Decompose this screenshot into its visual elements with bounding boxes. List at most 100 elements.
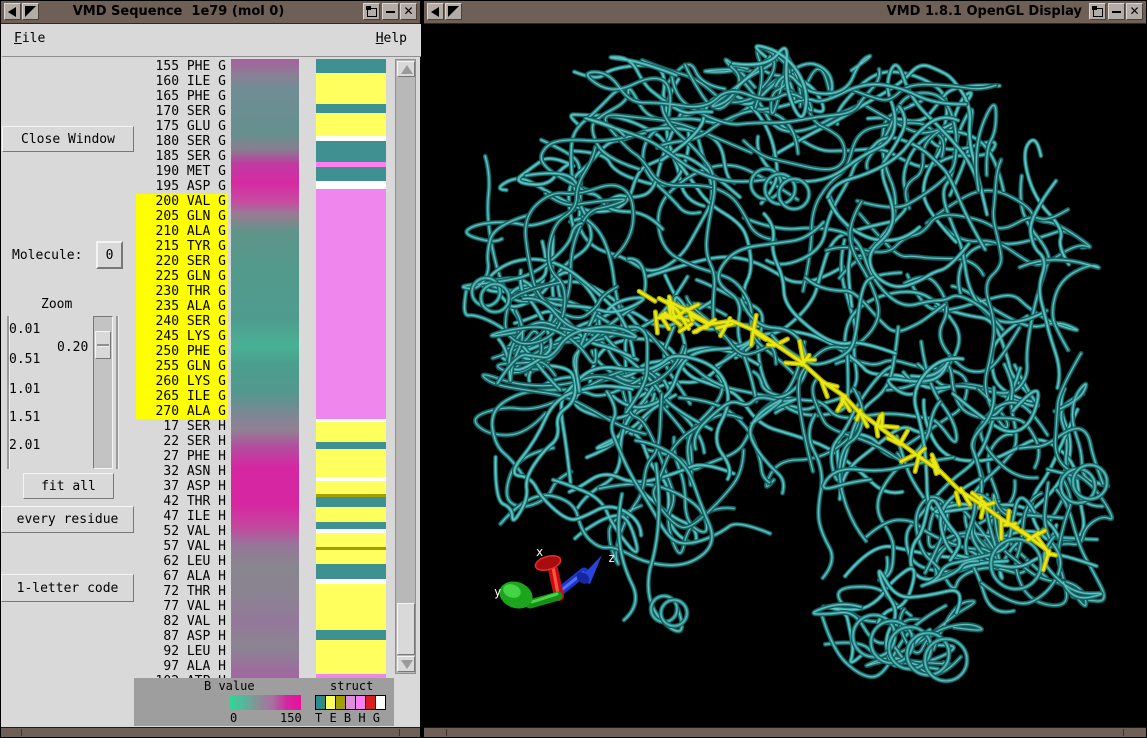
opengl-window-title: VMD 1.8.1 OpenGL Display (887, 4, 1082, 19)
struct-swatch (326, 696, 335, 709)
struct-band (316, 550, 386, 564)
residue-row[interactable]: 155 PHE G (136, 59, 228, 74)
residue-row[interactable]: 72 THR H (136, 584, 228, 599)
struct-band (316, 449, 386, 477)
bvalue-max: 150 (280, 711, 302, 725)
zoom-scale-trough[interactable] (93, 316, 113, 469)
struct-band (316, 533, 386, 547)
residue-row[interactable]: 200 VAL G (136, 194, 228, 209)
minimize-button[interactable] (382, 3, 399, 20)
residue-row[interactable]: 260 LYS G (136, 374, 228, 389)
residue-row[interactable]: 210 ALA G (136, 224, 228, 239)
residue-row[interactable]: 17 SER H (136, 419, 228, 434)
sequence-window-bottom-frame[interactable] (1, 727, 420, 737)
zoom-tick: 2.01 (9, 438, 49, 453)
menu-help[interactable]: Help (376, 31, 407, 46)
residue-row[interactable]: 195 ASP G (136, 179, 228, 194)
residue-row[interactable]: 62 LEU H (136, 554, 228, 569)
window-shade-button[interactable] (445, 3, 462, 20)
residue-row[interactable]: 265 ILE G (136, 389, 228, 404)
sequence-window-title: VMD Sequence 1e79 (mol 0) (1, 4, 356, 19)
residue-row[interactable]: 180 SER G (136, 134, 228, 149)
screen: VMD Sequence 1e79 (mol 0) ✕ File Help Cl… (0, 0, 1147, 738)
residue-row[interactable]: 42 THR H (136, 494, 228, 509)
bvalue-column[interactable] (231, 59, 299, 678)
molecule-menubutton[interactable]: 0 (96, 241, 123, 269)
minimize-button[interactable] (1108, 3, 1125, 20)
close-window-button[interactable]: Close Window (2, 126, 134, 152)
residue-row[interactable]: 225 GLN G (136, 269, 228, 284)
residue-row[interactable]: 270 ALA G (136, 404, 228, 419)
struct-band (316, 104, 386, 113)
residue-row[interactable]: 67 ALA H (136, 569, 228, 584)
scale-groove-right (116, 316, 119, 469)
residue-row[interactable]: 185 SER G (136, 149, 228, 164)
zoom-tick: 1.01 (9, 382, 49, 397)
residue-row[interactable]: 160 ILE G (136, 74, 228, 89)
struct-column[interactable] (316, 59, 386, 678)
menu-file[interactable]: File (14, 31, 45, 46)
residue-row[interactable]: 27 PHE H (136, 449, 228, 464)
residue-row[interactable]: 82 VAL H (136, 614, 228, 629)
struct-band (316, 640, 386, 674)
maximize-icon (1093, 8, 1103, 17)
residue-row[interactable]: 220 SER G (136, 254, 228, 269)
struct-band (316, 481, 386, 494)
residue-row[interactable]: 32 ASN H (136, 464, 228, 479)
residue-row[interactable]: 175 GLU G (136, 119, 228, 134)
residue-row[interactable]: 170 SER G (136, 104, 228, 119)
struct-swatch (376, 696, 385, 709)
residue-row[interactable]: 215 TYR G (136, 239, 228, 254)
residue-row[interactable]: 250 PHE G (136, 344, 228, 359)
every-residue-menubutton[interactable]: every residue (1, 506, 134, 533)
minimize-icon (1112, 11, 1121, 13)
residue-row[interactable]: 57 VAL H (136, 539, 228, 554)
fit-all-button[interactable]: fit all (23, 473, 114, 499)
residue-row[interactable]: 77 VAL H (136, 599, 228, 614)
close-button[interactable]: ✕ (1126, 3, 1143, 20)
residue-row[interactable]: 245 LYS G (136, 329, 228, 344)
opengl-window-bottom-frame[interactable] (424, 727, 1146, 737)
corner-icon (448, 6, 459, 17)
axis-label-x: x (536, 545, 543, 559)
struct-band (316, 564, 386, 579)
residue-row[interactable]: 205 GLN G (136, 209, 228, 224)
molecule-viewport[interactable]: zxy (426, 24, 1144, 729)
residue-row[interactable]: 165 PHE G (136, 89, 228, 104)
residue-row[interactable]: 240 SER G (136, 314, 228, 329)
residue-row[interactable]: 37 ASP H (136, 479, 228, 494)
residue-row[interactable]: 52 VAL H (136, 524, 228, 539)
residue-row[interactable]: 230 THR G (136, 284, 228, 299)
residue-row[interactable]: 92 LEU H (136, 644, 228, 659)
maximize-button[interactable] (1089, 3, 1106, 20)
residue-list[interactable]: 155 PHE G160 ILE G165 PHE G170 SER G175 … (136, 59, 231, 678)
struct-band (316, 59, 386, 73)
struct-band (316, 497, 386, 507)
residue-row[interactable]: 190 MET G (136, 164, 228, 179)
legend: B value 0 150 struct T E B H G I C (134, 678, 394, 726)
menu-bar: File Help (2, 24, 421, 57)
scrollbar-thumb[interactable] (397, 603, 415, 655)
residue-row[interactable]: 87 ASP H (136, 629, 228, 644)
maximize-icon (367, 8, 377, 17)
residue-row[interactable]: 255 GLN G (136, 359, 228, 374)
opengl-titlebar[interactable]: VMD 1.8.1 OpenGL Display ✕ (424, 1, 1146, 24)
maximize-button[interactable] (363, 3, 380, 20)
scroll-up-button[interactable] (397, 61, 415, 77)
residue-row[interactable]: 47 ILE H (136, 509, 228, 524)
struct-band (316, 584, 386, 630)
bvalue-min: 0 (230, 711, 237, 725)
close-button[interactable]: ✕ (400, 3, 417, 20)
struct-legend-label: struct (330, 679, 373, 693)
struct-swatch (316, 696, 325, 709)
sequence-titlebar[interactable]: VMD Sequence 1e79 (mol 0) ✕ (1, 1, 420, 24)
scroll-down-button[interactable] (397, 656, 415, 672)
scrollbar[interactable] (395, 59, 416, 674)
one-letter-code-menubutton[interactable]: 1-letter code (1, 574, 134, 602)
residue-row[interactable]: 22 SER H (136, 434, 228, 449)
zoom-scale-slider[interactable] (95, 331, 111, 359)
bvalue-legend-label: B value (204, 679, 255, 693)
residue-row[interactable]: 235 ALA G (136, 299, 228, 314)
window-menu-button[interactable] (427, 3, 444, 20)
residue-row[interactable]: 97 ALA H (136, 659, 228, 674)
